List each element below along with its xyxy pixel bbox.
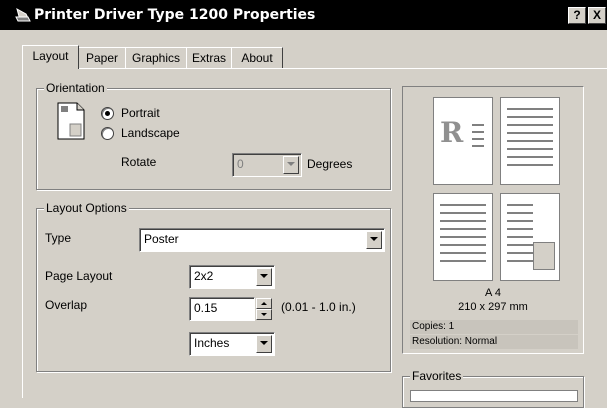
portrait-page-icon (57, 102, 85, 140)
tab-graphics[interactable]: Graphics (125, 47, 187, 68)
portrait-radio[interactable] (101, 107, 114, 120)
overlap-stepper[interactable] (256, 298, 272, 320)
rotate-select: 0 (232, 153, 302, 177)
title-bar: Printer Driver Type 1200 Properties ? X (0, 0, 607, 30)
chevron-down-icon[interactable] (256, 335, 272, 353)
page-layout-select[interactable]: 2x2 (189, 265, 275, 289)
preview-image-block (533, 242, 555, 270)
spin-up-icon[interactable] (256, 298, 272, 309)
type-label: Type (45, 231, 72, 245)
orientation-legend: Orientation (44, 81, 107, 95)
tab-extras[interactable]: Extras (186, 47, 232, 68)
spin-down-icon[interactable] (256, 309, 272, 320)
landscape-label[interactable]: Landscape (121, 126, 180, 140)
overlap-range-label: (0.01 - 1.0 in.) (281, 300, 356, 314)
page-layout-value: 2x2 (194, 269, 214, 283)
degrees-label: Degrees (307, 157, 353, 171)
paper-name: A 4 (485, 287, 501, 299)
orientation-group: Orientation (36, 81, 391, 190)
overlap-value[interactable]: 0.15 (194, 301, 217, 315)
page-layout-label: Page Layout (45, 269, 113, 283)
portrait-label[interactable]: Portrait (121, 106, 160, 120)
printer-icon (15, 7, 31, 22)
unit-value: Inches (194, 336, 230, 350)
rotate-value: 0 (237, 157, 244, 171)
landscape-radio[interactable] (101, 127, 114, 140)
chevron-down-icon (283, 156, 299, 174)
chevron-down-icon[interactable] (256, 268, 272, 286)
preview-page-4 (500, 193, 560, 281)
preview-r-letter: R (440, 116, 464, 149)
rotate-label: Rotate (121, 155, 157, 169)
page-preview: R A 4 210 x 297 mm (402, 86, 584, 354)
unit-select[interactable]: Inches (189, 332, 275, 356)
overlap-label: Overlap (45, 298, 88, 312)
preview-page-1: R (433, 97, 493, 185)
type-value: Poster (144, 232, 179, 246)
tab-paper[interactable]: Paper (78, 47, 126, 68)
tab-about[interactable]: About (231, 47, 283, 68)
preview-page-2 (500, 97, 560, 185)
help-button[interactable]: ? (568, 7, 586, 24)
close-button[interactable]: X (588, 7, 606, 24)
layout-options-legend: Layout Options (44, 201, 129, 215)
favorites-legend: Favorites (410, 369, 464, 383)
window-title: Printer Driver Type 1200 Properties (34, 7, 316, 23)
chevron-down-icon[interactable] (366, 231, 382, 249)
copies-info: Copies: 1 (410, 320, 578, 334)
type-select[interactable]: Poster (139, 228, 385, 252)
favorites-select[interactable] (410, 390, 578, 402)
paper-size: 210 x 297 mm (458, 301, 528, 313)
resolution-info: Resolution: Normal (410, 335, 578, 349)
overlap-input[interactable]: 0.15 (189, 297, 255, 321)
tab-layout[interactable]: Layout (22, 45, 79, 69)
preview-page-3 (433, 193, 493, 281)
